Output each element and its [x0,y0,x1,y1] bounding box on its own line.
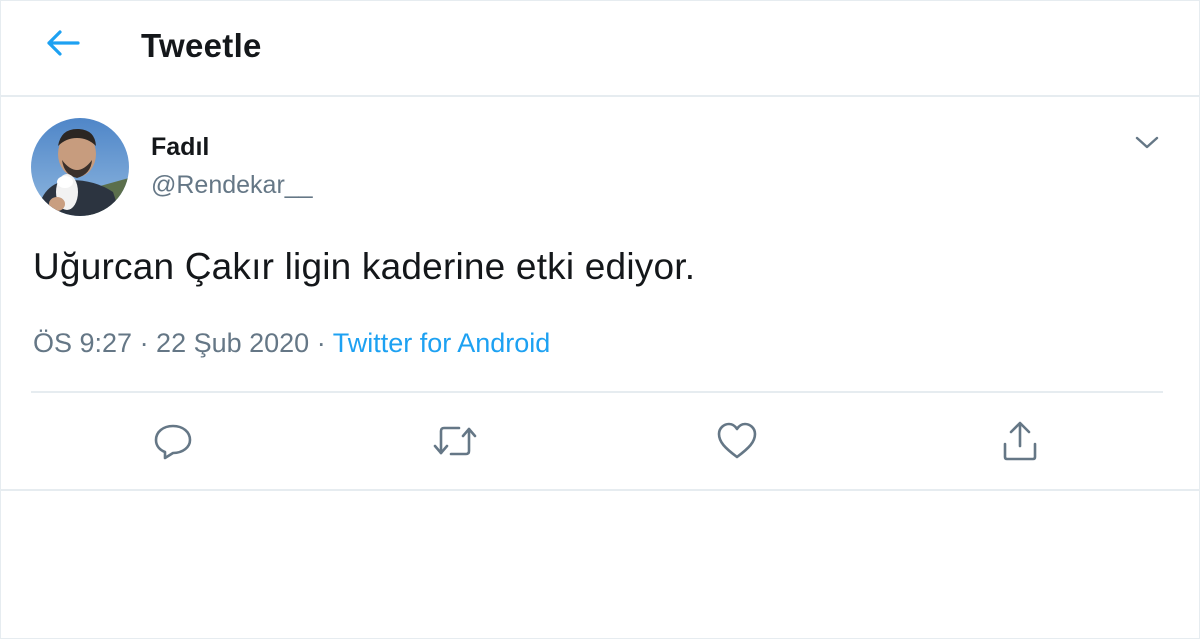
tweet-text: Uğurcan Çakır ligin kaderine etki ediyor… [33,246,696,287]
divider [31,391,1163,393]
arrow-left-icon [46,29,80,62]
avatar[interactable] [31,118,129,216]
chevron-down-icon [1134,135,1160,156]
share-button[interactable] [996,419,1044,467]
author-display-name[interactable]: Fadıl [151,133,209,162]
tweet-detail-page: Tweetle Fadıl @Rendekar__ Uğurcan Çakır … [0,0,1200,639]
divider [1,489,1199,491]
retweet-button[interactable] [431,419,479,467]
tweet-timestamp[interactable]: ÖS 9:27 · 22 Şub 2020 [33,328,309,358]
tweet-menu-button[interactable] [1127,129,1167,161]
reply-icon [153,421,193,466]
share-icon [1000,420,1040,467]
author-handle[interactable]: @Rendekar__ [151,171,313,200]
page-title: Tweetle [141,27,262,64]
header-bar: Tweetle [1,1,1199,97]
heart-icon [716,421,758,466]
back-button[interactable] [41,25,85,65]
tweet-source-link[interactable]: Twitter for Android [333,328,551,358]
like-button[interactable] [713,419,761,467]
reply-button[interactable] [149,419,197,467]
meta-separator: · [309,328,333,358]
tweet-meta: ÖS 9:27 · 22 Şub 2020 · Twitter for Andr… [33,328,550,359]
retweet-icon [431,421,479,466]
